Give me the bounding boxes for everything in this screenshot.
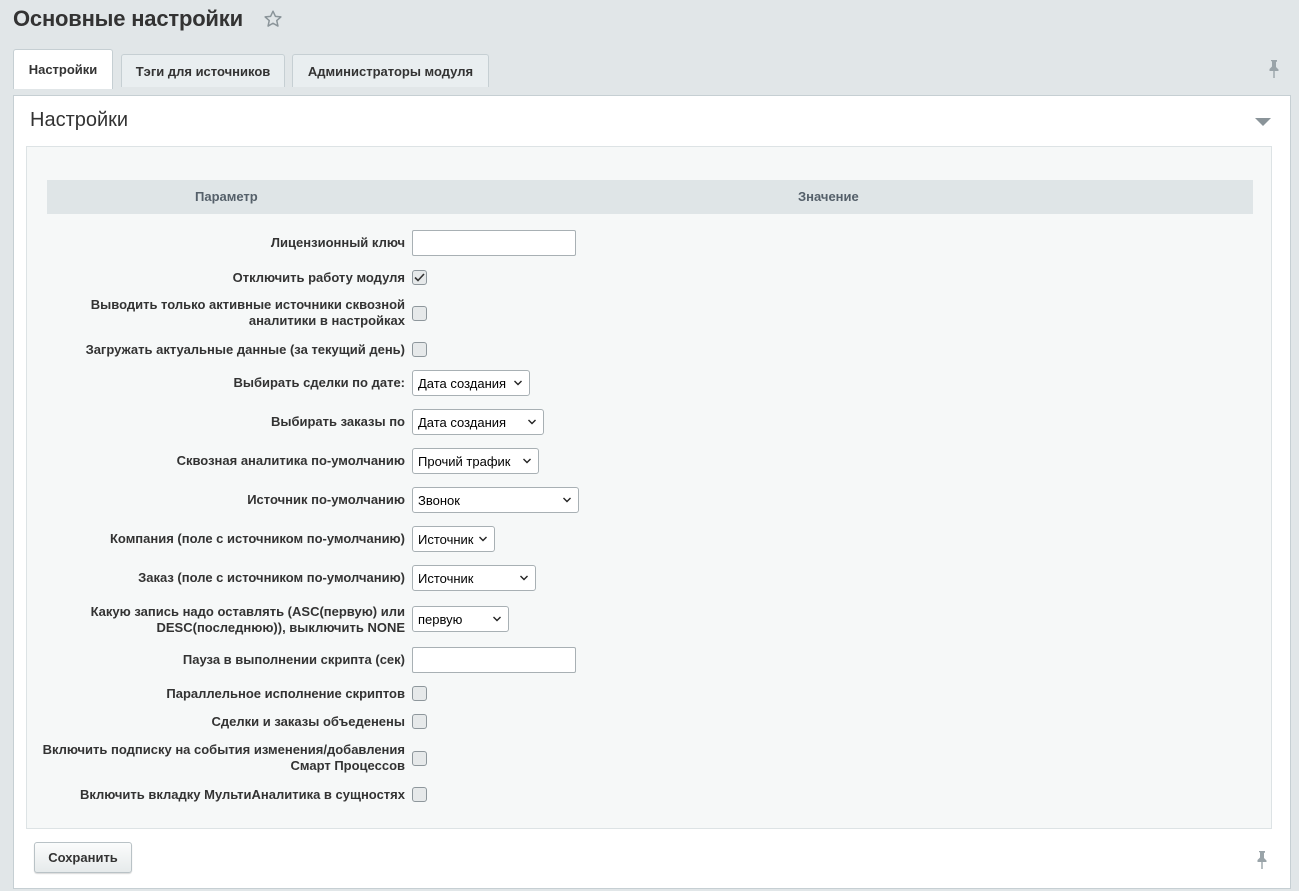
settings-panel: Настройки Параметр Значение Лицензионный… (13, 95, 1291, 889)
smart-process-subscription-checkbox[interactable] (412, 751, 427, 766)
field-label: Компания (поле с источником по-умолчанию… (109, 531, 405, 546)
chevron-down-icon (528, 419, 536, 425)
chevron-down-icon (520, 575, 528, 581)
company-source-field-select-value: Источник (418, 531, 474, 547)
pin-icon[interactable] (1254, 850, 1270, 870)
field-label: Выбирать сделки по дате: (233, 375, 405, 390)
star-icon[interactable] (262, 8, 284, 30)
field-label-line2: DESC(последнюю)), выключить NONE (156, 620, 406, 635)
field-row: Заказ (поле с источником по-умолчанию) И… (27, 565, 1271, 591)
parallel-scripts-checkbox[interactable] (412, 686, 427, 701)
field-row: Выбирать сделки по дате: Дата создания (27, 370, 1271, 396)
tab-settings[interactable]: Настройки (13, 49, 113, 89)
field-label: Загружать актуальные данные (за текущий … (85, 342, 405, 357)
field-label: Отключить работу модуля (232, 270, 405, 285)
tab-settings-label: Настройки (28, 62, 98, 77)
disable-module-checkbox[interactable] (412, 270, 427, 285)
chevron-down-icon (493, 616, 501, 622)
field-label-line2: Смарт Процессов (290, 758, 405, 773)
chevron-down-icon (563, 497, 571, 503)
settings-form: Параметр Значение Лицензионный ключ Откл… (26, 146, 1272, 829)
tab-source-tags[interactable]: Тэги для источников (121, 54, 285, 87)
tab-module-admins[interactable]: Администраторы модуля (292, 54, 489, 87)
multianalytics-tab-checkbox[interactable] (412, 787, 427, 802)
field-label: Включить подписку на события изменения/д… (25, 742, 405, 774)
save-button-label: Сохранить (48, 850, 118, 865)
order-source-field-select[interactable]: Источник (412, 565, 536, 591)
triangle-down-icon[interactable] (1254, 116, 1272, 128)
field-label: Источник по-умолчанию (247, 492, 405, 507)
field-label: Выбирать заказы по (270, 414, 405, 429)
license-key-input[interactable] (412, 230, 576, 256)
default-analytics-select[interactable]: Прочий трафик (412, 448, 539, 474)
default-source-select-value: Звонок (418, 492, 460, 508)
field-label: Параллельное исполнение скриптов (166, 686, 405, 701)
pin-icon[interactable] (1266, 59, 1282, 79)
section-title: Настройки (30, 109, 129, 131)
header-value: Значение (798, 189, 859, 204)
tab-module-admins-label: Администраторы модуля (307, 63, 474, 79)
save-button[interactable]: Сохранить (34, 842, 132, 873)
load-current-data-checkbox[interactable] (412, 342, 427, 357)
field-row: Какую запись надо оставлять (ASC(первую)… (27, 604, 1271, 635)
page-title: Основные настройки (13, 6, 243, 31)
checkmark-icon (414, 273, 425, 282)
field-label-line1: Включить подписку на события изменения/д… (42, 742, 405, 757)
table-header: Параметр Значение (47, 180, 1253, 214)
orders-date-select[interactable]: Дата создания (412, 409, 544, 435)
record-keep-select-value: первую (418, 611, 463, 627)
field-label: Сделки и заказы объеденены (211, 714, 405, 729)
chevron-down-icon (479, 536, 487, 542)
header-param: Параметр (195, 189, 258, 204)
order-source-field-select-value: Источник (418, 570, 474, 586)
default-analytics-select-value: Прочий трафик (418, 453, 511, 469)
chevron-down-icon (514, 380, 522, 386)
field-label-line1: Какую запись надо оставлять (ASC(первую)… (90, 604, 405, 619)
field-label-line2: аналитики в настройках (248, 313, 405, 328)
chevron-down-icon (523, 458, 531, 464)
active-sources-only-checkbox[interactable] (412, 306, 427, 321)
field-label: Включить вкладку МультиАналитика в сущно… (79, 787, 405, 802)
company-source-field-select[interactable]: Источник (412, 526, 495, 552)
record-keep-select[interactable]: первую (412, 606, 509, 632)
field-label: Пауза в выполнении скрипта (сек) (182, 652, 405, 667)
orders-date-select-value: Дата создания (418, 414, 507, 430)
script-pause-input[interactable] (412, 647, 576, 673)
tab-source-tags-label: Тэги для источников (135, 63, 271, 79)
deals-orders-merged-checkbox[interactable] (412, 714, 427, 729)
field-label: Сквозная аналитика по-умолчанию (176, 453, 405, 468)
field-label: Лицензионный ключ (270, 235, 405, 250)
field-row: Выбирать заказы по Дата создания (27, 409, 1271, 435)
deals-date-select-value: Дата создания (418, 375, 507, 391)
default-source-select[interactable]: Звонок (412, 487, 579, 513)
field-label: Заказ (поле с источником по-умолчанию) (138, 570, 405, 585)
field-row: Сквозная аналитика по-умолчанию Прочий т… (27, 448, 1271, 474)
deals-date-select[interactable]: Дата создания (412, 370, 530, 396)
field-row: Компания (поле с источником по-умолчанию… (27, 526, 1271, 552)
field-row: Источник по-умолчанию Звонок (27, 487, 1271, 513)
field-label-line1: Выводить только активные источники сквоз… (90, 297, 405, 312)
field-label: Какую запись надо оставлять (ASC(первую)… (25, 604, 405, 636)
field-label: Выводить только активные источники сквоз… (25, 297, 405, 329)
